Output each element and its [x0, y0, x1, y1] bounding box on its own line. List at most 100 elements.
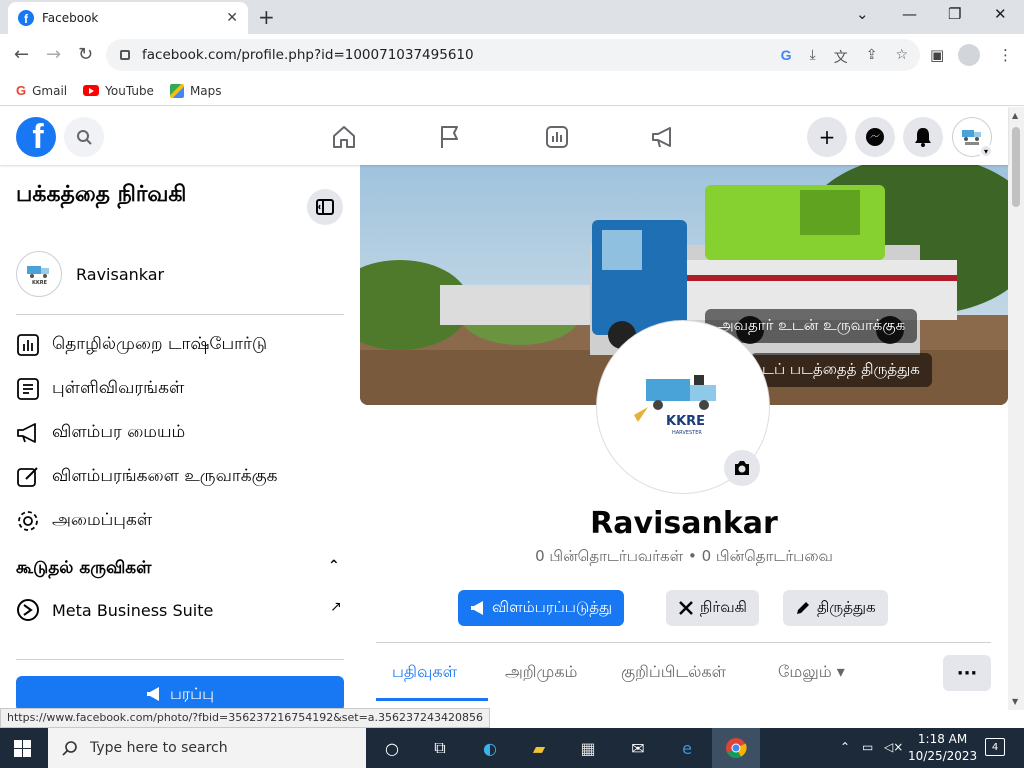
menu-professional-dashboard[interactable]: தொழில்முறை டாஷ்போர்டு [16, 333, 267, 357]
page-switcher[interactable]: KKRE Ravisankar [16, 251, 164, 297]
camera-icon [735, 461, 749, 475]
tab-search-icon[interactable]: ⌄ [856, 5, 869, 23]
google-icon[interactable]: G [781, 47, 792, 67]
windows-start-icon[interactable] [14, 740, 31, 757]
menu-kebab-icon[interactable]: ⋮ [998, 46, 1013, 64]
gear-icon [18, 511, 38, 531]
browser-tab-strip: f Facebook ✕ + ⌄ — ❐ ✕ [0, 0, 1024, 34]
edit-square-icon [17, 467, 38, 487]
google-icon: G [16, 83, 27, 98]
create-with-avatar-button[interactable]: அவதார் உடன் உருவாக்குக [705, 309, 918, 343]
tab-about[interactable]: அறிமுகம் [505, 662, 577, 683]
flag-icon[interactable] [437, 124, 463, 150]
youtube-icon [83, 85, 100, 96]
messenger-icon[interactable] [855, 117, 895, 157]
ie-icon[interactable]: e [675, 736, 699, 760]
task-view-icon[interactable]: ⧉ [428, 736, 452, 760]
browser-tab[interactable]: f Facebook ✕ [8, 2, 248, 34]
search-button[interactable] [64, 117, 104, 157]
install-icon[interactable]: ⤓ [810, 47, 816, 67]
svg-text:KKRE: KKRE [32, 280, 48, 286]
more-options-button[interactable]: ··· [943, 655, 991, 691]
insights-list-icon [17, 378, 39, 400]
back-icon[interactable]: ← [14, 44, 29, 65]
svg-text:KKRE: KKRE [666, 414, 705, 429]
forward-icon[interactable]: → [46, 44, 61, 65]
network-icon[interactable]: ▭ [862, 740, 873, 754]
status-link-preview: https://www.facebook.com/photo/?fbid=356… [0, 708, 491, 728]
dashboard-icon [17, 334, 39, 356]
insights-icon[interactable] [544, 124, 570, 150]
edit-button[interactable]: திருத்துக [783, 590, 888, 626]
create-plus-icon[interactable]: + [807, 117, 847, 157]
side-panel-icon[interactable]: ▣ [930, 46, 944, 64]
chrome-icon[interactable] [712, 728, 760, 768]
bell-icon[interactable] [903, 117, 943, 157]
advertise-button[interactable]: விளம்பரப்படுத்து [458, 590, 625, 626]
bookmark-youtube[interactable]: YouTube [83, 84, 154, 98]
followers-line: 0 பின்தொடர்பவர்கள் • 0 பின்தொடர்பவை [535, 547, 833, 565]
scroll-down-icon[interactable]: ▼ [1012, 697, 1018, 706]
bookmark-gmail[interactable]: G Gmail [16, 83, 67, 98]
menu-insights[interactable]: புள்ளிவிவரங்கள் [16, 377, 184, 401]
bookmarks-bar: G Gmail YouTube Maps [0, 76, 1024, 106]
home-icon[interactable] [331, 124, 357, 150]
reload-icon[interactable]: ↻ [78, 44, 93, 65]
tray-chevron-icon[interactable]: ⌃ [840, 740, 850, 754]
account-avatar[interactable]: ▾ [952, 117, 993, 158]
promote-button[interactable]: பரப்பு [16, 676, 344, 710]
share-icon[interactable]: ⇪ [866, 47, 878, 67]
edge-icon[interactable]: ◐ [478, 736, 502, 760]
new-tab-button[interactable]: + [258, 5, 275, 29]
facebook-header: f + ▾ [0, 107, 1008, 165]
tab-posts[interactable]: பதிவுகள் [392, 662, 457, 683]
scroll-up-icon[interactable]: ▲ [1012, 111, 1018, 120]
tab-more[interactable]: மேலும் ▾ [778, 662, 845, 683]
tab-mentions[interactable]: குறிப்பிடல்கள் [621, 662, 726, 683]
manage-button[interactable]: நிர்வகி [666, 590, 759, 626]
edit-cover-photo-button[interactable]: டப் படத்தைத் திருத்துக [750, 353, 932, 387]
facebook-logo-icon[interactable]: f [16, 117, 56, 157]
maps-icon [169, 83, 184, 98]
volume-muted-icon[interactable]: ◁× [884, 740, 903, 754]
megaphone-icon[interactable] [650, 124, 676, 150]
svg-text:HARVESTER: HARVESTER [672, 430, 702, 436]
bookmark-maps[interactable]: Maps [169, 83, 222, 98]
restore-button[interactable]: ❐ [948, 5, 961, 23]
profile-name: Ravisankar [590, 506, 778, 541]
translate-icon[interactable]: 文 [834, 47, 848, 67]
menu-settings[interactable]: அமைப்புகள் [16, 509, 152, 533]
menu-ad-center[interactable]: விளம்பர மையம் [16, 421, 185, 445]
profile-account-icon[interactable] [958, 44, 980, 66]
taskbar-search[interactable]: Type here to search [48, 728, 366, 768]
search-icon [77, 130, 92, 145]
taskbar-clock[interactable]: 1:18 AM 10/25/2023 [908, 731, 977, 765]
more-tools-heading: கூடுதல் கருவிகள் [16, 558, 152, 578]
tab-close-icon[interactable]: ✕ [226, 10, 238, 26]
page-scrollbar[interactable]: ▲ ▼ [1008, 107, 1024, 710]
minimize-button[interactable]: — [902, 5, 917, 23]
external-link-icon[interactable]: ↗ [330, 599, 342, 615]
search-icon [62, 741, 77, 756]
menu-create-ads[interactable]: விளம்பரங்களை உருவாக்குக [16, 465, 277, 489]
file-explorer-icon[interactable]: ▰ [527, 736, 551, 760]
meta-business-suite-icon [17, 599, 39, 621]
address-bar[interactable]: facebook.com/profile.php?id=100071037495… [106, 39, 920, 71]
bell-glyph-icon [915, 128, 931, 147]
meta-business-suite-link[interactable]: Meta Business Suite [16, 598, 213, 622]
bookmark-star-icon[interactable]: ☆ [895, 47, 908, 67]
tools-icon [679, 601, 693, 615]
kkre-logo-icon: KKRE [27, 266, 49, 286]
profile-main: அவதார் உடன் உருவாக்குக டப் படத்தைத் திரு… [360, 165, 1008, 710]
notification-center-icon[interactable]: 4 [985, 738, 1005, 756]
page-name: Ravisankar [76, 264, 165, 284]
cortana-icon[interactable]: ○ [380, 736, 404, 760]
change-profile-picture-button[interactable] [724, 450, 760, 486]
store-icon[interactable]: ▦ [576, 736, 600, 760]
close-window-button[interactable]: ✕ [994, 5, 1007, 23]
kkre-harvester-logo-icon: KKRE HARVESTER [634, 375, 716, 436]
collapse-panel-button[interactable] [307, 189, 343, 225]
chevron-up-icon[interactable]: ⌃ [328, 558, 340, 574]
mail-icon[interactable]: ✉ [626, 736, 650, 760]
scroll-thumb[interactable] [1012, 127, 1020, 207]
